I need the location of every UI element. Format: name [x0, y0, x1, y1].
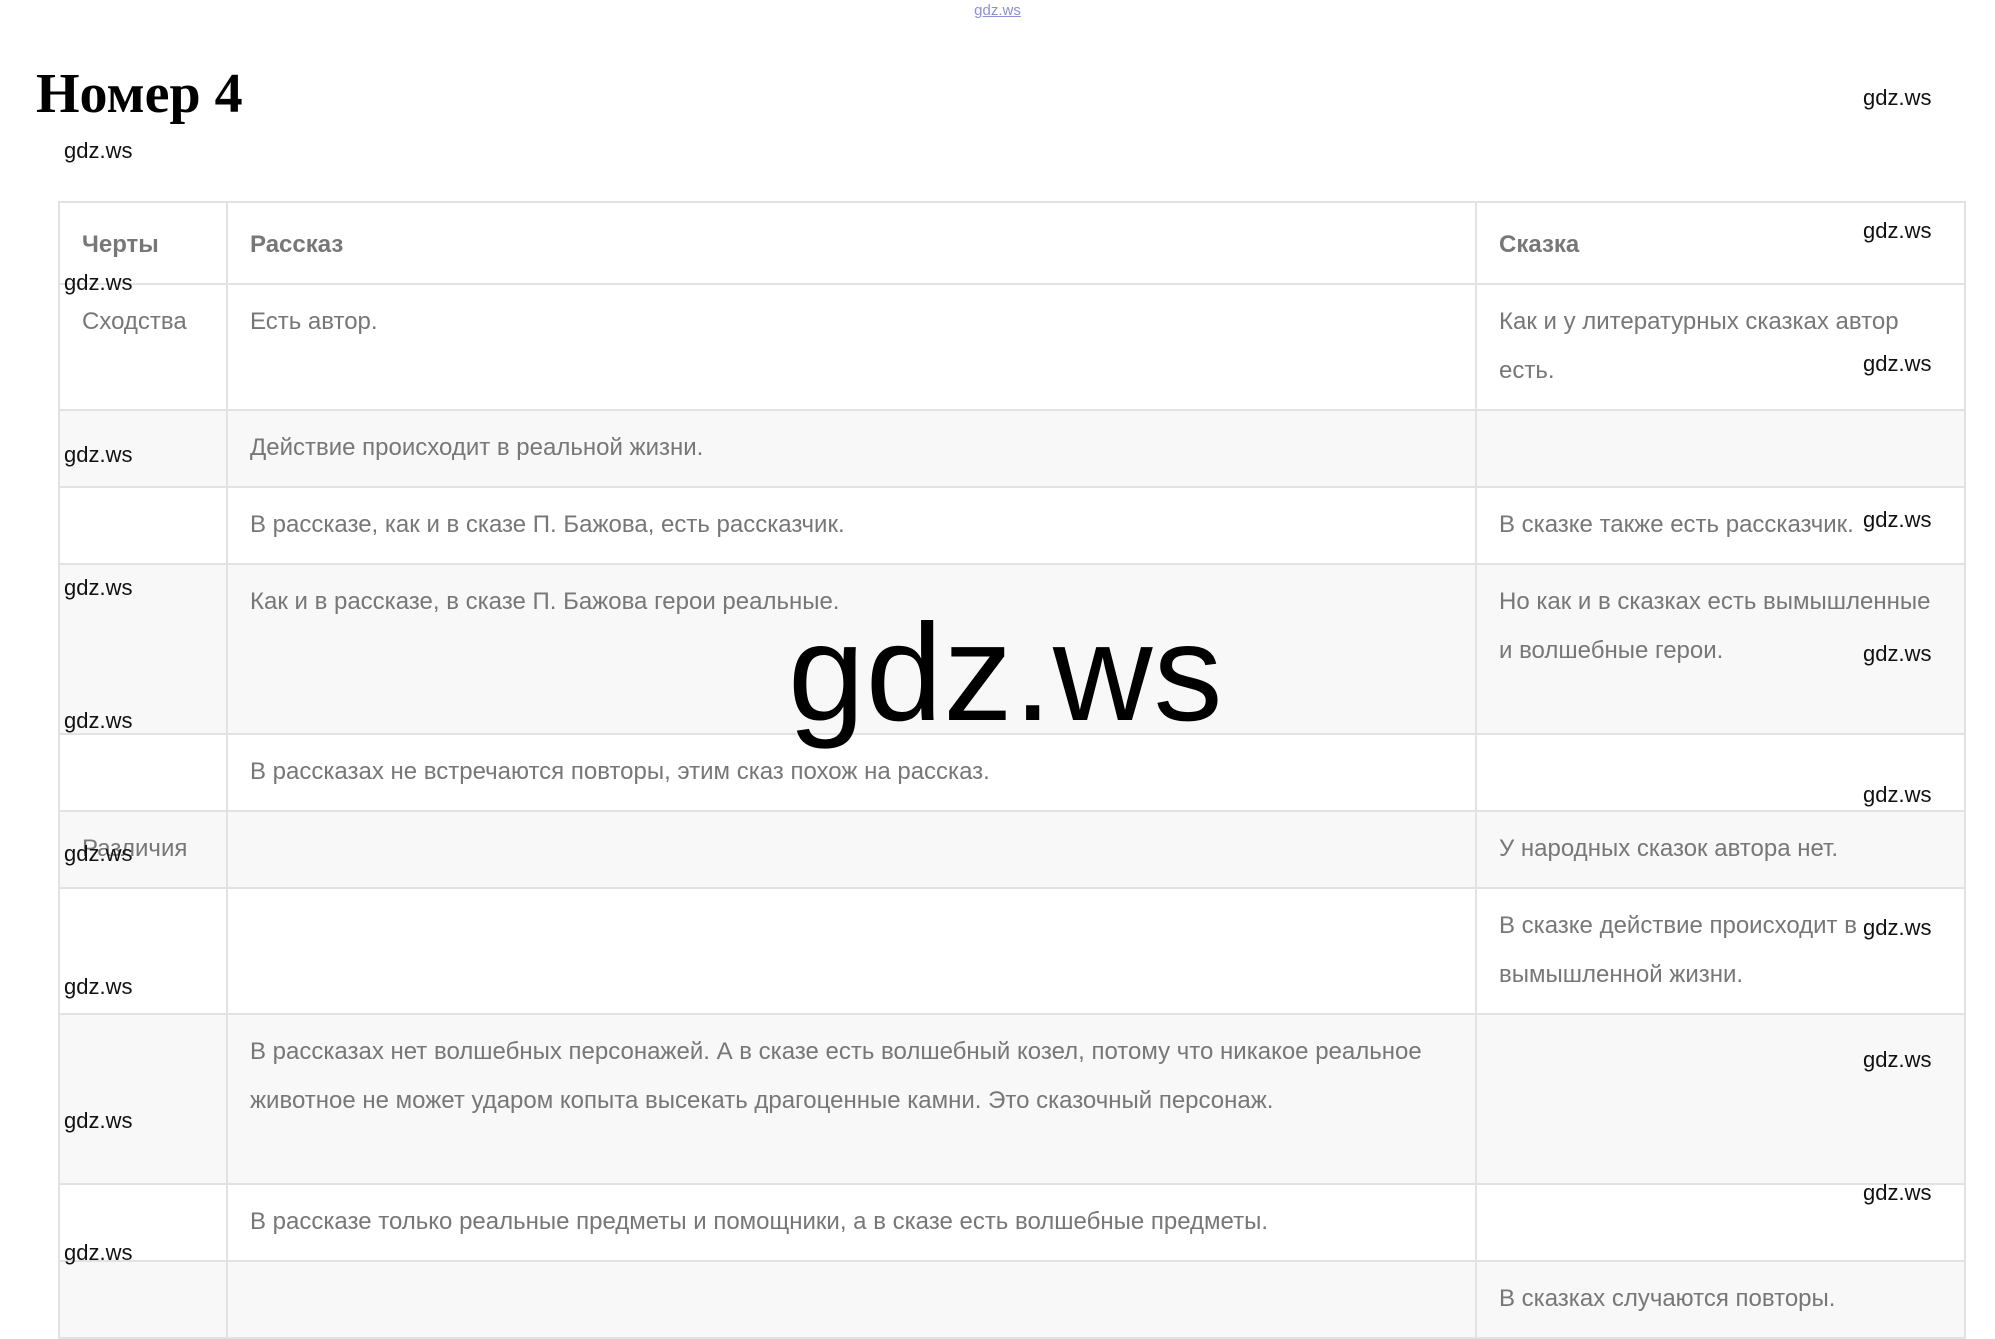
watermark-text: gdz.ws [1863, 641, 1932, 666]
watermark-text: gdz.ws [64, 138, 133, 163]
watermark-text: gdz.ws [64, 841, 133, 866]
table-cell [58, 486, 228, 565]
table-cell [226, 810, 1477, 889]
header-story: Рассказ [226, 201, 1477, 285]
watermark-text: gdz.ws [64, 708, 133, 733]
table-row: Сходства Есть автор. Как и у литературны… [58, 283, 1966, 411]
watermark-text: gdz.ws [64, 270, 133, 295]
table-cell: Как и у литературных сказках автор есть. [1475, 283, 1966, 411]
table-cell: В сказках случаются повторы. [1475, 1260, 1966, 1339]
watermark-text: gdz.ws [1863, 1047, 1932, 1072]
table-cell: Сходства [58, 283, 228, 411]
table-cell: В рассказах нет волшебных персонажей. А … [226, 1013, 1477, 1185]
watermark-text: gdz.ws [64, 442, 133, 467]
table-row: В сказке действие происходит в вымышленн… [58, 887, 1966, 1015]
watermark-text: gdz.ws [64, 1108, 133, 1133]
table-cell: В сказке действие происходит в вымышленн… [1475, 887, 1966, 1015]
table-cell [58, 1013, 228, 1185]
table-cell [226, 887, 1477, 1015]
watermark-text: gdz.ws [1863, 1180, 1932, 1205]
table-row: Действие происходит в реальной жизни. [58, 409, 1966, 488]
watermark-text: gdz.ws [1863, 218, 1932, 243]
table-cell [58, 1260, 228, 1339]
watermark-text: gdz.ws [1863, 507, 1932, 532]
watermark-text: gdz.ws [64, 575, 133, 600]
page-title: Номер 4 [36, 63, 243, 125]
watermark-text: gdz.ws [64, 1240, 133, 1265]
table-row: Различия У народных сказок автора нет. [58, 810, 1966, 889]
table-cell: В рассказе только реальные предметы и по… [226, 1183, 1477, 1262]
watermark-text: gdz.ws [1863, 915, 1932, 940]
table-row: В сказках случаются повторы. [58, 1260, 1966, 1339]
table-cell: Действие происходит в реальной жизни. [226, 409, 1477, 488]
watermark-text: gdz.ws [1863, 782, 1932, 807]
table-cell [226, 1260, 1477, 1339]
table-cell [58, 733, 228, 812]
comparison-table: Черты Рассказ Сказка Сходства Есть автор… [58, 201, 1966, 1339]
table-cell: В рассказе, как и в сказе П. Бажова, ест… [226, 486, 1477, 565]
table-cell: У народных сказок автора нет. [1475, 810, 1966, 889]
watermark-text: gdz.ws [64, 974, 133, 999]
center-watermark: gdz.ws [788, 596, 1224, 750]
watermark-text: gdz.ws [1863, 85, 1932, 110]
table-cell [1475, 1013, 1966, 1185]
table-cell: Есть автор. [226, 283, 1477, 411]
table-row: В рассказе, как и в сказе П. Бажова, ест… [58, 486, 1966, 565]
top-watermark-link[interactable]: gdz.ws [0, 2, 1995, 19]
table-cell [1475, 409, 1966, 488]
watermark-text: gdz.ws [1863, 351, 1932, 376]
table-row: В рассказах нет волшебных персонажей. А … [58, 1013, 1966, 1185]
table-header-row: Черты Рассказ Сказка [58, 201, 1966, 285]
table-row: В рассказе только реальные предметы и по… [58, 1183, 1966, 1262]
